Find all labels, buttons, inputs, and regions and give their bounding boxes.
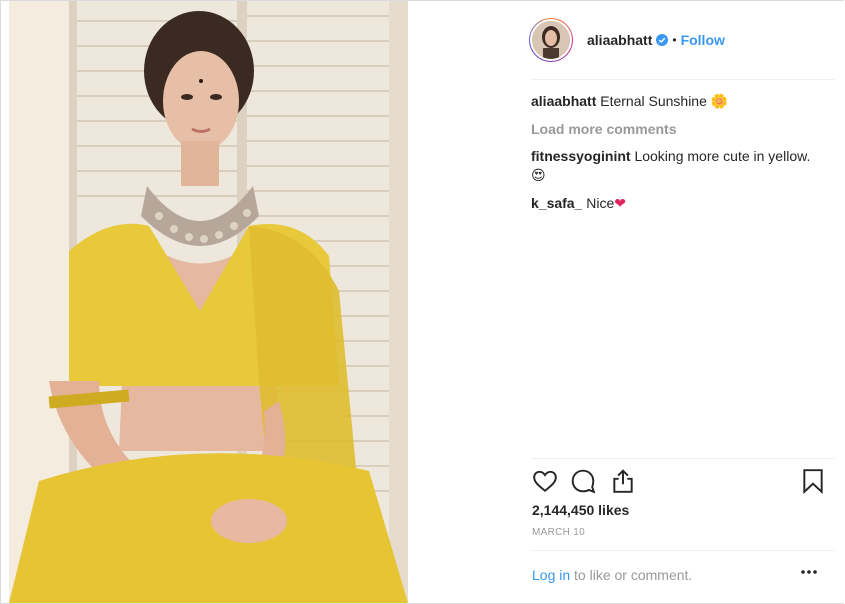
share-icon[interactable] [610,468,636,494]
comment-username[interactable]: aliaabhatt [531,93,596,109]
avatar-story-ring[interactable] [529,18,573,62]
post-date[interactable]: MARCH 10 [532,527,585,538]
comment-text: Looking more cute in yellow. [634,148,811,164]
post-photo[interactable] [9,1,408,603]
actions-divider [531,458,835,459]
more-options-icon[interactable] [799,565,819,579]
post-username[interactable]: aliaabhatt [587,32,652,48]
comments-list: aliaabhatt Eternal Sunshine 🌼 Load more … [531,92,831,222]
bookmark-icon[interactable] [800,468,826,494]
likes-count[interactable]: 2,144,450 likes [532,502,629,518]
follow-button[interactable]: Follow [681,32,725,48]
post-image [9,1,408,603]
comment-text: Eternal Sunshine [600,93,707,109]
caption: aliaabhatt Eternal Sunshine 🌼 [531,92,831,112]
red-heart-emoji: ❤ [614,196,627,212]
flower-emoji: 🌼 [710,94,729,110]
post-side-panel: aliaabhatt • Follow aliaabhatt Eternal S… [516,0,845,604]
heart-eyes-emoji: 😍 [531,168,546,184]
post-header: aliaabhatt • Follow [529,16,833,64]
heart-icon[interactable] [532,468,558,494]
avatar[interactable] [530,19,572,61]
comment-text: Nice [586,195,615,211]
comment-username[interactable]: k_safa_ [531,195,582,211]
comment-username[interactable]: fitnessyoginint [531,148,631,164]
login-link[interactable]: Log in [532,567,570,583]
action-bar [530,468,836,496]
comment-bubble-icon[interactable] [570,468,596,494]
comment-item: k_safa_ Nice❤ [531,194,831,214]
separator-dot: • [672,33,677,47]
comment-item: fitnessyoginint Looking more cute in yel… [531,147,831,186]
login-prompt-text: to like or comment. [570,567,693,583]
load-more-comments-button[interactable]: Load more comments [531,120,831,139]
login-prompt: Log in to like or comment. [532,567,692,583]
header-divider [531,79,835,80]
footer-divider [531,550,835,551]
verified-badge-icon [656,34,669,46]
